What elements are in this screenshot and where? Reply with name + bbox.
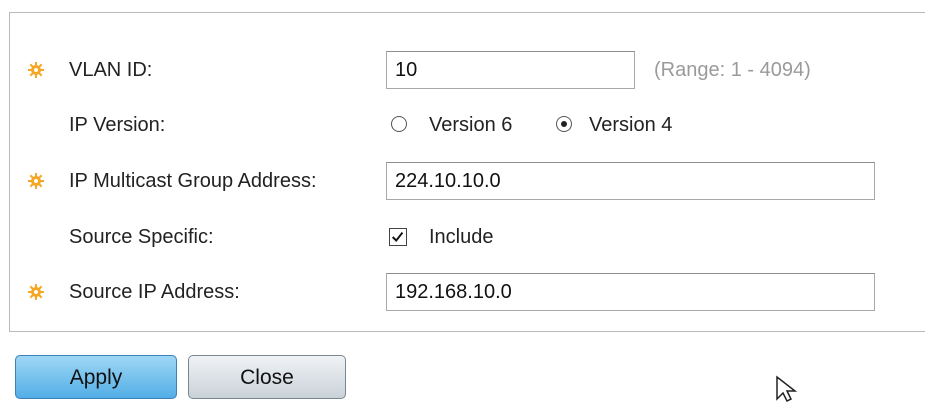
source-specific-label: Source Specific: (69, 226, 214, 248)
ip-version-row: IP Version: Version 6 Version 4 (0, 105, 925, 145)
source-ip-label: Source IP Address: (69, 281, 240, 303)
vlan-id-label: VLAN ID: (69, 59, 153, 81)
multicast-group-input[interactable] (386, 162, 875, 200)
include-checkbox[interactable] (389, 228, 407, 246)
apply-button[interactable]: Apply (15, 355, 177, 399)
ip-version-label: IP Version: (69, 114, 166, 136)
version-4-radio[interactable] (556, 116, 572, 132)
source-ip-input[interactable] (386, 273, 875, 311)
version-4-label: Version 4 (589, 114, 673, 136)
checkmark-icon (391, 231, 404, 243)
vlan-id-range-hint: (Range: 1 - 4094) (654, 59, 811, 81)
gear-icon (28, 284, 44, 300)
vlan-id-row: VLAN ID: (Range: 1 - 4094) (0, 50, 925, 90)
vlan-id-input[interactable] (386, 51, 635, 89)
gear-icon (28, 62, 44, 78)
source-ip-row: Source IP Address: (0, 272, 925, 312)
version-6-label: Version 6 (429, 114, 513, 136)
version-6-radio[interactable] (391, 116, 407, 132)
arrow-cursor-icon (776, 375, 798, 403)
close-button[interactable]: Close (188, 355, 346, 399)
multicast-group-label: IP Multicast Group Address: (69, 170, 317, 192)
gear-icon (28, 173, 44, 189)
source-specific-row: Source Specific: Include (0, 217, 925, 257)
top-gap (0, 0, 925, 12)
include-label: Include (429, 226, 494, 248)
multicast-group-row: IP Multicast Group Address: (0, 161, 925, 201)
